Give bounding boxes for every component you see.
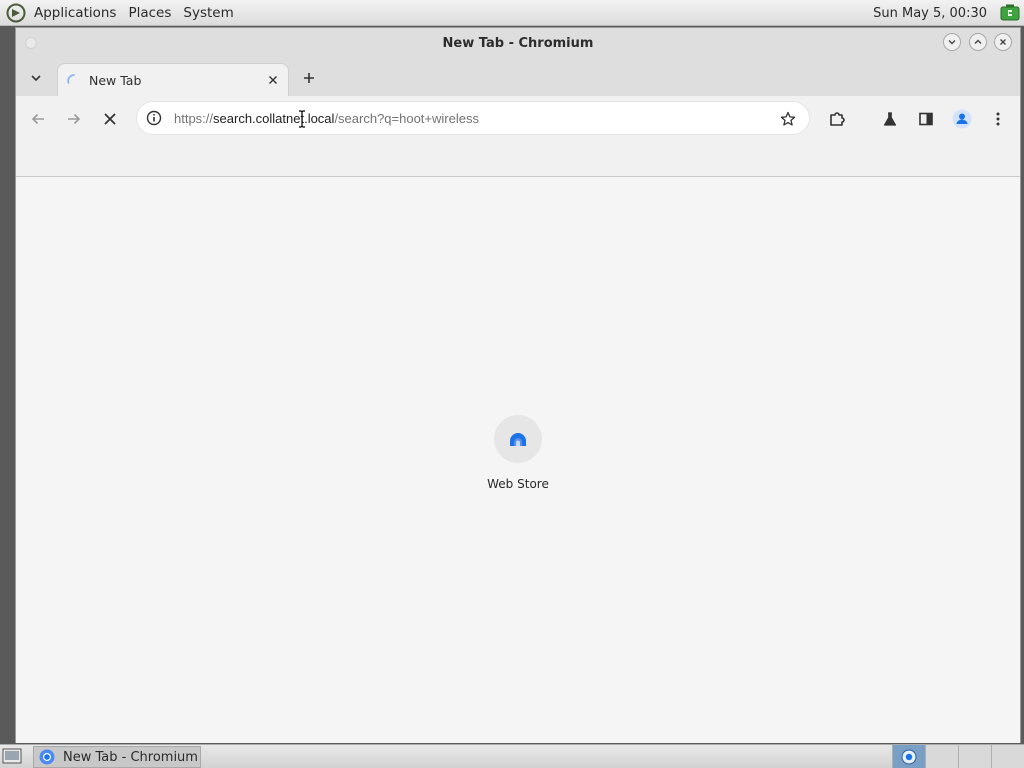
minimize-button[interactable] <box>943 33 961 51</box>
forward-button[interactable] <box>62 107 86 131</box>
stop-icon <box>104 113 116 125</box>
address-bar[interactable]: https://search.collatnet.local/search?q=… <box>136 101 810 135</box>
url-host: search.collatnet.local <box>213 111 335 126</box>
loading-spinner-icon <box>67 74 75 84</box>
side-panel-icon <box>919 112 933 126</box>
toolbar: https://search.collatnet.local/search?q=… <box>16 96 1020 141</box>
workspace-1[interactable] <box>892 745 925 768</box>
tab-title: New Tab <box>89 73 142 88</box>
back-button[interactable] <box>26 107 50 131</box>
clock[interactable]: Sun May 5, 00:30 <box>873 6 987 21</box>
workspace-4[interactable] <box>991 745 1024 768</box>
labs-button[interactable] <box>878 107 902 131</box>
applications-menu[interactable]: Applications <box>32 3 118 23</box>
extensions-icon <box>830 112 845 126</box>
bookmark-button[interactable] <box>777 108 799 130</box>
bookmark-star-icon <box>780 111 796 126</box>
profile-button[interactable] <box>950 107 974 131</box>
url-path: /search?q=hoot+wireless <box>334 111 479 126</box>
side-panel-button[interactable] <box>914 107 938 131</box>
workspace-3[interactable] <box>958 745 991 768</box>
distro-logo-icon[interactable] <box>6 3 26 23</box>
shortcut-web-store[interactable]: Web Store <box>478 415 558 491</box>
taskbar-item-chromium[interactable]: New Tab - Chromium <box>33 746 201 768</box>
tab-strip: New Tab <box>16 60 1020 96</box>
url-text[interactable]: https://search.collatnet.local/search?q=… <box>174 111 479 126</box>
new-tab-button[interactable] <box>298 67 320 89</box>
chevron-down-icon <box>31 75 41 82</box>
window-titlebar[interactable]: New Tab - Chromium <box>16 28 1020 60</box>
new-tab-page: Web Store <box>16 177 1020 743</box>
tab-close-button[interactable] <box>265 72 281 88</box>
shortcut-label: Web Store <box>487 477 549 491</box>
places-menu[interactable]: Places <box>126 3 173 23</box>
show-desktop-button[interactable] <box>2 747 22 766</box>
tab-search-button[interactable] <box>25 67 47 89</box>
menu-icon <box>996 112 1000 126</box>
site-info-icon <box>146 110 162 126</box>
chromium-icon <box>901 749 917 765</box>
plus-icon <box>304 73 314 83</box>
workspace-switcher <box>892 745 1024 768</box>
site-info-button[interactable] <box>143 107 165 129</box>
system-menu[interactable]: System <box>181 3 235 23</box>
shortcut-tile[interactable] <box>494 415 542 463</box>
url-scheme: https:// <box>174 111 214 126</box>
workspace-2[interactable] <box>925 745 958 768</box>
close-window-button[interactable] <box>994 33 1012 51</box>
profile-icon <box>952 109 972 129</box>
stop-loading-button[interactable] <box>98 107 122 131</box>
web-store-icon <box>510 433 526 446</box>
main-menu-button[interactable] <box>986 107 1010 131</box>
forward-icon <box>68 113 81 125</box>
chromium-icon <box>39 749 55 765</box>
bottom-panel: New Tab - Chromium <box>0 744 1024 768</box>
maximize-icon <box>974 39 982 44</box>
close-icon <box>1000 39 1006 45</box>
text-cursor-icon <box>299 110 305 128</box>
labs-flask-icon <box>883 112 897 126</box>
bookmark-bar <box>16 141 1020 177</box>
minimize-icon <box>948 40 956 45</box>
window-title: New Tab - Chromium <box>442 36 594 51</box>
browser-window: New Tab - Chromium New Tab https://searc… <box>15 27 1021 743</box>
top-panel: Applications Places System Sun May 5, 00… <box>0 0 1024 26</box>
battery-icon[interactable] <box>999 4 1021 22</box>
back-icon <box>31 113 44 125</box>
extensions-button[interactable] <box>825 107 849 131</box>
show-desktop-icon <box>2 748 22 764</box>
close-icon <box>269 76 277 84</box>
tab-new-tab[interactable]: New Tab <box>57 63 289 96</box>
taskbar-item-label: New Tab - Chromium <box>63 749 198 765</box>
maximize-button[interactable] <box>969 33 987 51</box>
